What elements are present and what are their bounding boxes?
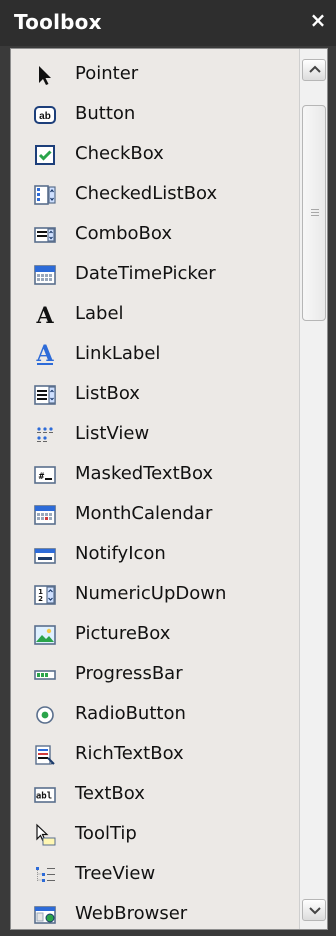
notifyicon-icon bbox=[33, 543, 57, 567]
toolbox-item-maskedtextbox[interactable]: # MaskedTextBox bbox=[11, 455, 299, 495]
toolbox-item-label: TextBox bbox=[75, 783, 145, 804]
label-icon: A bbox=[33, 303, 57, 327]
checkedlistbox-icon bbox=[33, 183, 57, 207]
svg-text:A: A bbox=[35, 303, 54, 327]
svg-text:2: 2 bbox=[38, 595, 43, 603]
treeview-icon bbox=[33, 863, 57, 887]
toolbox-item-label: CheckedListBox bbox=[75, 183, 218, 204]
toolbox-item-label: NotifyIcon bbox=[75, 543, 166, 564]
toolbox-item-pointer[interactable]: Pointer bbox=[11, 55, 299, 95]
toolbox-item-webbrowser[interactable]: WebBrowser bbox=[11, 895, 299, 935]
toolbox-item-notifyicon[interactable]: NotifyIcon bbox=[11, 535, 299, 575]
toolbox-item-listbox[interactable]: ListBox bbox=[11, 375, 299, 415]
toolbox-item-monthcalendar[interactable]: MonthCalendar bbox=[11, 495, 299, 535]
combobox-icon bbox=[33, 223, 57, 247]
toolbox-item-label: Label bbox=[75, 303, 124, 324]
toolbox-item-textbox[interactable]: abl TextBox bbox=[11, 775, 299, 815]
toolbox-item-label: ListView bbox=[75, 423, 150, 444]
close-button[interactable]: × bbox=[308, 10, 328, 30]
toolbox-item-progressbar[interactable]: ProgressBar bbox=[11, 655, 299, 695]
progressbar-icon bbox=[33, 663, 57, 687]
scroll-thumb[interactable] bbox=[302, 105, 326, 321]
richtextbox-icon bbox=[33, 743, 57, 767]
toolbox-item-label: RichTextBox bbox=[75, 743, 184, 764]
scroll-up-button[interactable] bbox=[302, 59, 326, 81]
checkbox-icon bbox=[33, 143, 57, 167]
toolbox-item-label: Pointer bbox=[75, 63, 139, 84]
numericupdown-icon: 1 2 bbox=[33, 583, 57, 607]
toolbox-item-label: NumericUpDown bbox=[75, 583, 227, 604]
button-icon: ab bbox=[33, 103, 57, 127]
toolbox-item-label: MonthCalendar bbox=[75, 503, 213, 524]
toolbox-item-richtextbox[interactable]: RichTextBox bbox=[11, 735, 299, 775]
maskedtextbox-icon: # bbox=[33, 463, 57, 487]
toolbox-item-label: RadioButton bbox=[75, 703, 186, 724]
toolbox-item-label: PictureBox bbox=[75, 623, 171, 644]
webbrowser-icon bbox=[33, 903, 57, 927]
toolbox-item-checkedlistbox[interactable]: CheckedListBox bbox=[11, 175, 299, 215]
tooltip-icon bbox=[33, 823, 57, 847]
linklabel-icon: A bbox=[33, 343, 57, 367]
textbox-icon: abl bbox=[33, 783, 57, 807]
toolbox-item-treeview[interactable]: TreeView bbox=[11, 855, 299, 895]
scroll-grip-icon bbox=[311, 207, 319, 217]
toolbox-item-label: ToolTip bbox=[75, 823, 137, 844]
toolbox-window: Toolbox × Pointer ab Button CheckBox Che… bbox=[0, 0, 336, 936]
toolbox-item-button[interactable]: ab Button bbox=[11, 95, 299, 135]
toolbox-item-label: CheckBox bbox=[75, 143, 164, 164]
toolbox-item-label: ComboBox bbox=[75, 223, 173, 244]
listbox-icon bbox=[33, 383, 57, 407]
toolbox-item-combobox[interactable]: ComboBox bbox=[11, 215, 299, 255]
toolbox-item-label: Button bbox=[75, 103, 136, 124]
toolbox-panel: Pointer ab Button CheckBox CheckedListBo… bbox=[10, 48, 328, 930]
pointer-icon bbox=[33, 63, 57, 87]
monthcalendar-icon bbox=[33, 503, 57, 527]
toolbox-item-label: ListBox bbox=[75, 383, 140, 404]
toolbox-item-label-control[interactable]: A Label bbox=[11, 295, 299, 335]
svg-text:#: # bbox=[39, 472, 45, 482]
toolbox-item-radiobutton[interactable]: RadioButton bbox=[11, 695, 299, 735]
toolbox-item-picturebox[interactable]: PictureBox bbox=[11, 615, 299, 655]
toolbox-item-label: LinkLabel bbox=[75, 343, 161, 364]
toolbox-item-label: MaskedTextBox bbox=[75, 463, 214, 484]
vertical-scrollbar[interactable] bbox=[299, 49, 327, 929]
svg-text:ab: ab bbox=[39, 111, 51, 122]
toolbox-item-linklabel[interactable]: A LinkLabel bbox=[11, 335, 299, 375]
datetimepicker-icon bbox=[33, 263, 57, 287]
title-bar: Toolbox × bbox=[0, 0, 336, 46]
toolbox-list: Pointer ab Button CheckBox CheckedListBo… bbox=[11, 49, 299, 929]
toolbox-item-checkbox[interactable]: CheckBox bbox=[11, 135, 299, 175]
toolbox-item-tooltip[interactable]: ToolTip bbox=[11, 815, 299, 855]
toolbox-item-label: ProgressBar bbox=[75, 663, 183, 684]
svg-text:abl: abl bbox=[36, 792, 52, 802]
scroll-down-button[interactable] bbox=[302, 899, 326, 921]
window-title: Toolbox bbox=[14, 10, 102, 34]
toolbox-item-label: TreeView bbox=[75, 863, 156, 884]
toolbox-item-listview[interactable]: ListView bbox=[11, 415, 299, 455]
listview-icon bbox=[33, 423, 57, 447]
radiobutton-icon bbox=[33, 703, 57, 727]
toolbox-item-datetimepicker[interactable]: DateTimePicker bbox=[11, 255, 299, 295]
toolbox-item-label: DateTimePicker bbox=[75, 263, 216, 284]
toolbox-item-numericupdown[interactable]: 1 2 NumericUpDown bbox=[11, 575, 299, 615]
toolbox-item-label: WebBrowser bbox=[75, 903, 188, 924]
picturebox-icon bbox=[33, 623, 57, 647]
